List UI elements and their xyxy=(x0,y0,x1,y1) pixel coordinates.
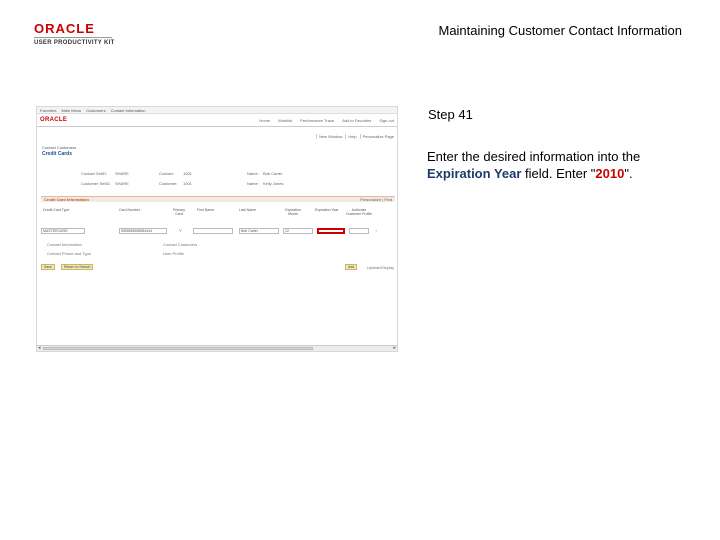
col-last-name: Last Name xyxy=(239,208,256,212)
link-sign-out[interactable]: Sign out xyxy=(379,118,394,123)
card-number-field[interactable]: 5555555555554444 xyxy=(119,228,167,234)
step-instruction: Enter the desired information into the E… xyxy=(427,148,707,182)
save-button[interactable]: Save xyxy=(41,264,55,270)
link-add-favorites[interactable]: Add to Favorites xyxy=(342,118,371,123)
table-row: MASTERCARD 5555555555554444 Y Bob Carter… xyxy=(41,226,395,236)
link-contact-phone-type[interactable]: Contact Phone and Type xyxy=(47,251,91,256)
col-auth-profile: Authorize Customer Profile xyxy=(345,208,373,216)
link-user-profile[interactable]: User Profile xyxy=(163,251,184,256)
instruction-suffix: ". xyxy=(624,166,633,181)
customer-name-value: Kelly Jones xyxy=(263,181,284,186)
logo-product: USER PRODUCTIVITY KIT xyxy=(34,40,115,46)
return-to-search-button[interactable]: Return to Search xyxy=(61,264,94,270)
app-brand: ORACLE xyxy=(40,117,68,123)
link-home[interactable]: Home xyxy=(259,118,270,123)
breadcrumb: Contact Customers xyxy=(42,145,77,150)
link-contact-information[interactable]: Contact Information xyxy=(47,242,82,247)
brand-bar: ORACLE Home Worklist Performance Trace A… xyxy=(37,114,397,127)
link-help[interactable]: Help xyxy=(345,134,357,139)
customer-value: 1001 xyxy=(183,181,192,186)
document-title: Maintaining Customer Contact Information xyxy=(438,23,682,38)
instruction-middle: field. Enter " xyxy=(521,166,596,181)
oracle-upk-logo: ORACLE USER PRODUCTIVITY KIT xyxy=(34,22,124,48)
scroll-right-icon[interactable]: ▸ xyxy=(393,346,396,351)
col-exp-month: Expiration Month xyxy=(285,208,301,216)
scroll-left-icon[interactable]: ◂ xyxy=(38,346,41,351)
nav-contact-info[interactable]: Contact Information xyxy=(111,108,146,113)
logo-brand: ORACLE xyxy=(34,21,95,36)
col-primary: Primary Card xyxy=(172,208,186,216)
logo-divider xyxy=(34,37,112,38)
customer-label: Customer: xyxy=(159,181,178,186)
contact-value: 1001 xyxy=(183,171,192,176)
contact-setid-label: Contact SetID: xyxy=(81,171,108,176)
contact-label: Contact: xyxy=(159,171,174,176)
link-new-window[interactable]: New Window xyxy=(316,134,342,139)
last-name-field[interactable]: Bob Carter xyxy=(239,228,279,234)
link-personalize-page[interactable]: Personalize Page xyxy=(359,134,394,139)
primary-card-value[interactable]: Y xyxy=(179,228,182,233)
card-type-select[interactable]: MASTERCARD xyxy=(41,228,85,234)
link-performance[interactable]: Performance Trace xyxy=(300,118,334,123)
exp-year-field[interactable] xyxy=(317,228,345,234)
header-links: Home Worklist Performance Trace Add to F… xyxy=(259,118,394,123)
top-navigation: Favorites Main Menu Customers Contact In… xyxy=(37,107,397,114)
customer-name-label: Name: xyxy=(247,181,259,186)
col-card-type: Credit Card Type xyxy=(43,208,70,212)
step-label: Step 41 xyxy=(428,107,473,122)
application-screenshot: Favorites Main Menu Customers Contact In… xyxy=(36,106,398,352)
auth-profile-field[interactable] xyxy=(349,228,369,234)
instruction-prefix: Enter the desired information into the xyxy=(427,149,641,164)
link-contact-customers[interactable]: Contact Customers xyxy=(163,242,197,247)
instruction-field-name: Expiration Year xyxy=(427,166,522,181)
row-action-icon[interactable]: + xyxy=(375,228,377,233)
nav-main-menu[interactable]: Main Menu xyxy=(61,108,81,113)
contact-name-value: Bob Carter xyxy=(263,171,283,176)
grid-header: Credit Card Information Personalize | Fi… xyxy=(41,196,395,202)
customer-setid-label: Customer SetID: xyxy=(81,181,111,186)
col-first-name: First Name xyxy=(197,208,215,212)
col-exp-year: Expiration Year xyxy=(315,208,339,212)
col-card-number: Card Number xyxy=(119,208,141,212)
nav-favorites[interactable]: Favorites xyxy=(40,108,56,113)
grid-pager[interactable]: Personalize | Find xyxy=(360,197,392,202)
page-title: Credit Cards xyxy=(42,151,73,157)
customer-setid-value: SHARE xyxy=(115,181,129,186)
contact-setid-value: SHARE xyxy=(115,171,129,176)
utility-links: New Window Help Personalize Page xyxy=(316,134,394,139)
update-display-button[interactable]: Update/Display xyxy=(367,265,394,270)
nav-customers[interactable]: Customers xyxy=(86,108,105,113)
link-worklist[interactable]: Worklist xyxy=(278,118,292,123)
add-button[interactable]: Add xyxy=(345,264,358,270)
horizontal-scrollbar[interactable]: ◂ ▸ xyxy=(37,345,397,351)
exp-month-field[interactable]: 12 xyxy=(283,228,313,234)
scroll-thumb[interactable] xyxy=(43,347,313,350)
grid-title: Credit Card Information xyxy=(44,197,89,202)
contact-name-label: Name: xyxy=(247,171,259,176)
instruction-value: 2010 xyxy=(595,166,625,181)
first-name-field[interactable] xyxy=(193,228,233,234)
